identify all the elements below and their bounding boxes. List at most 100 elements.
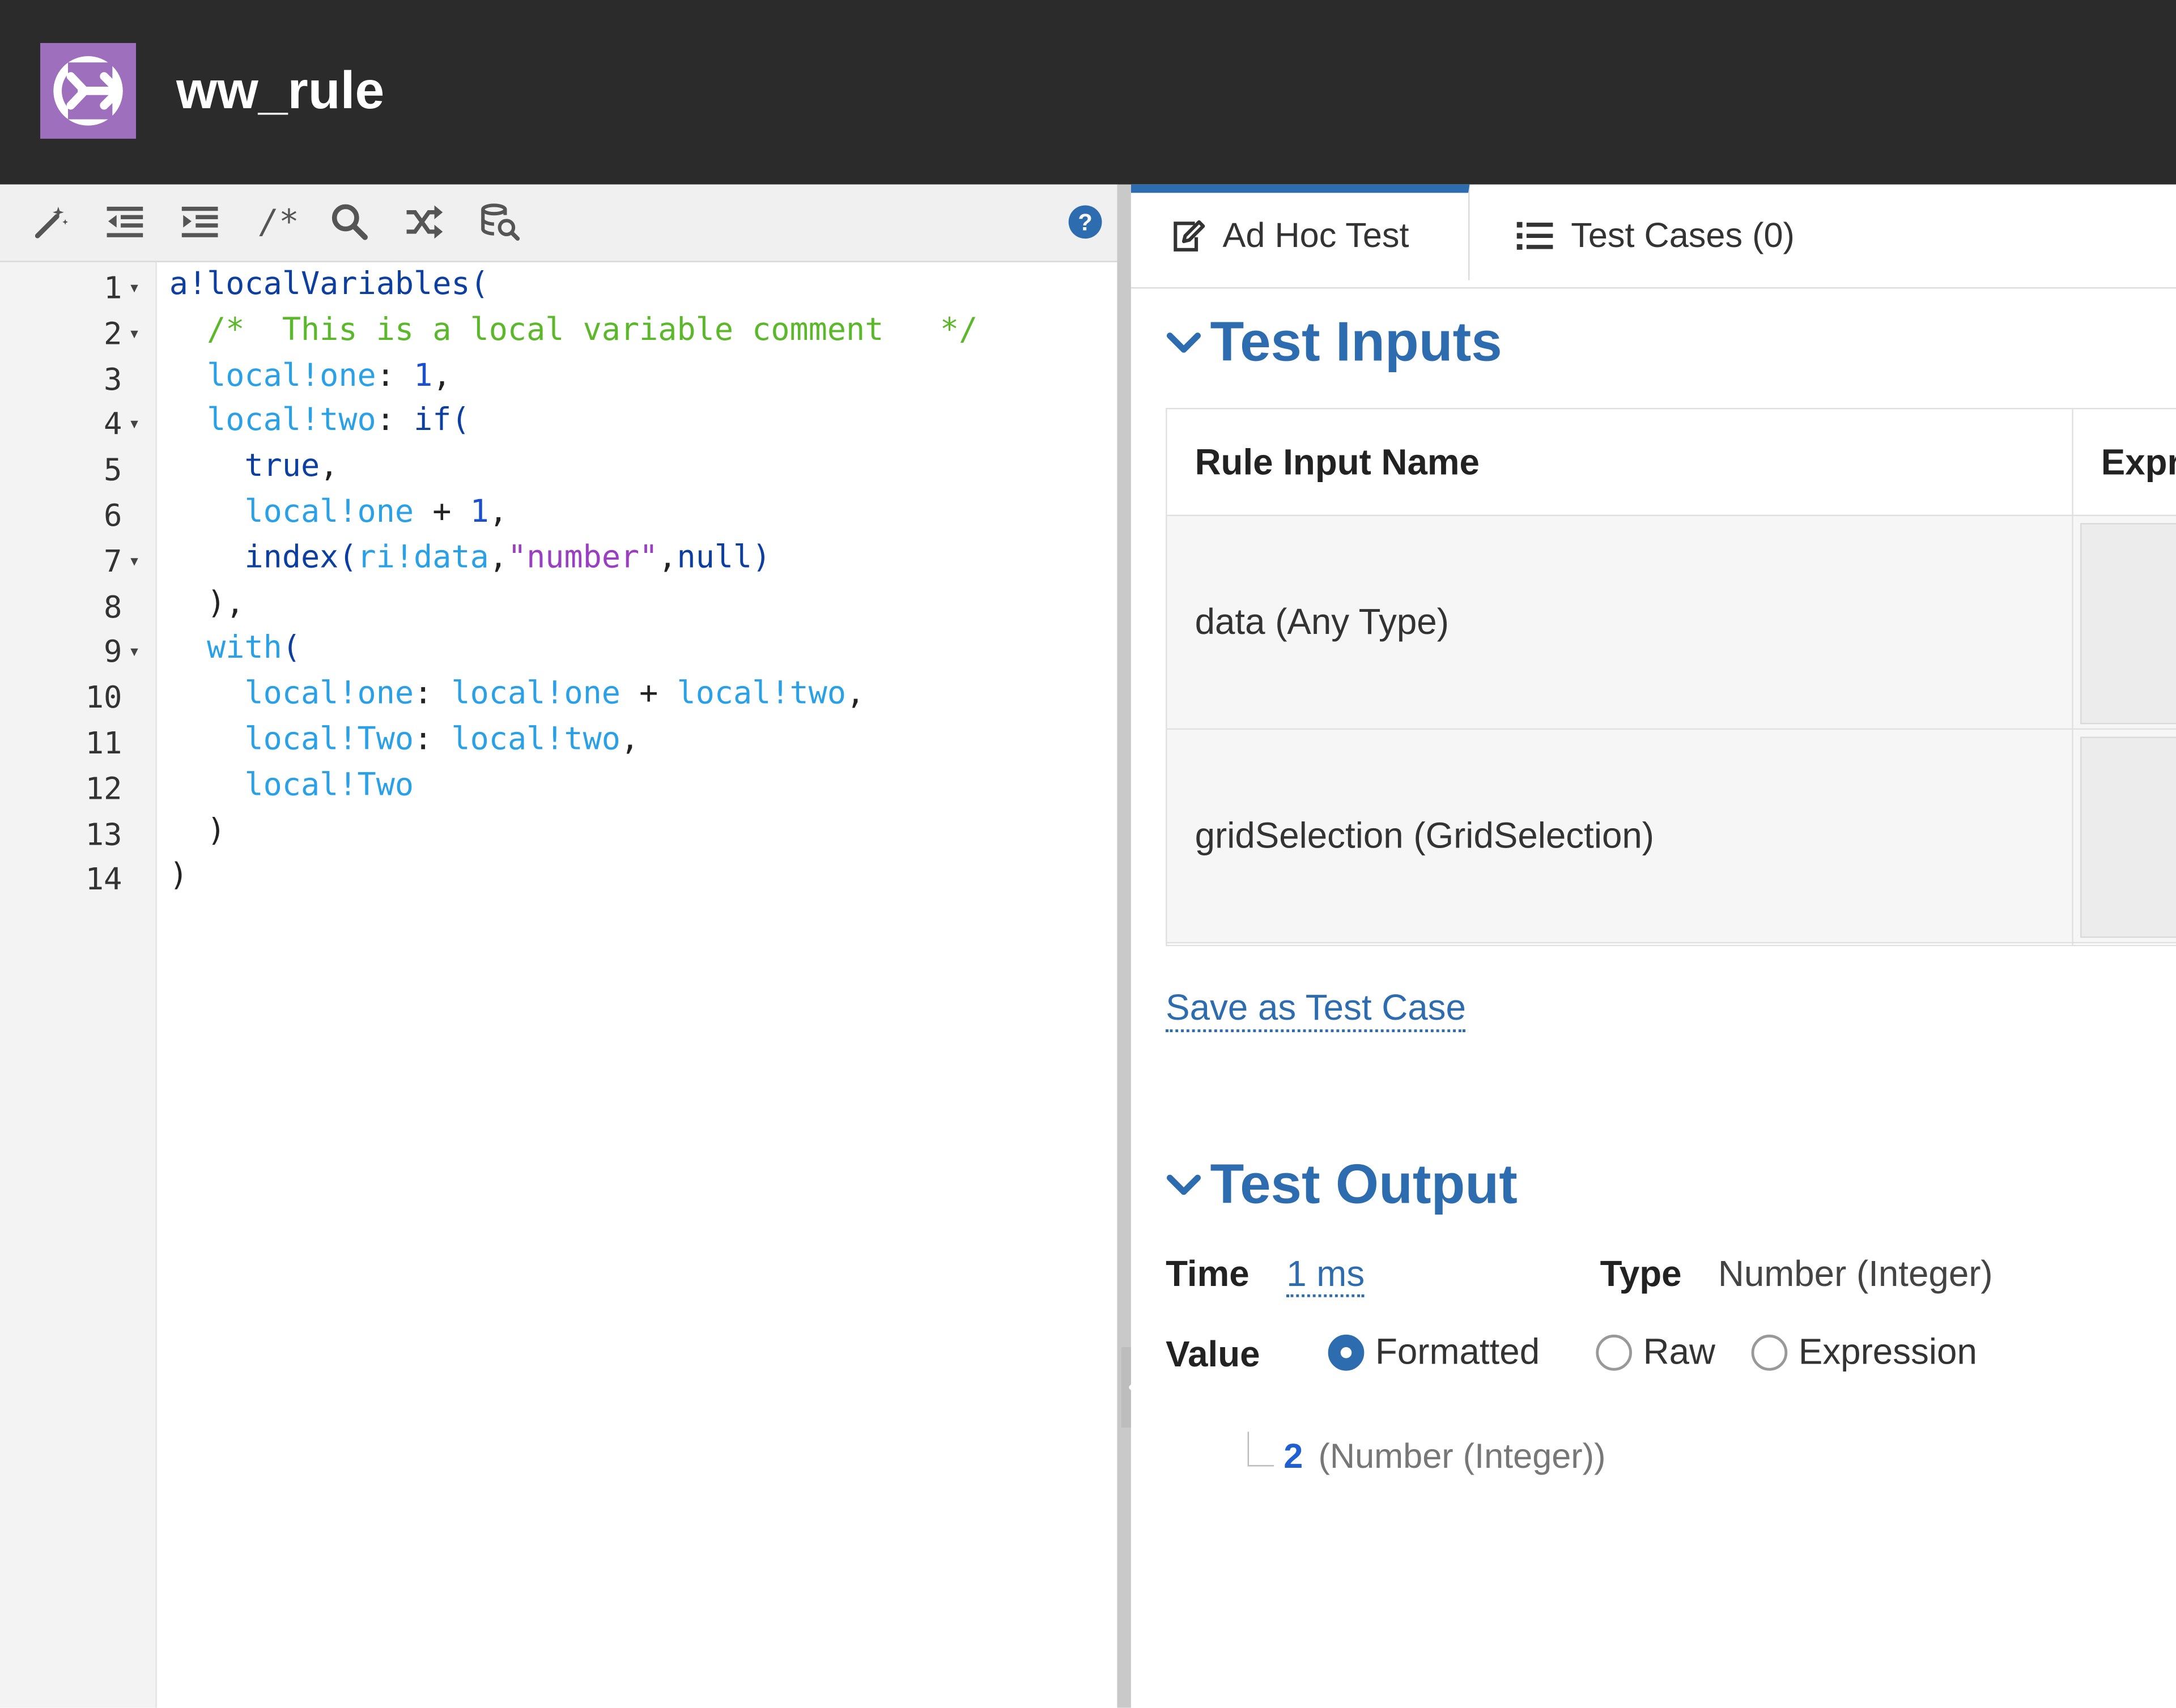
code-token: a!localVariables: [169, 266, 470, 303]
code-line: local!two: if(: [169, 399, 1119, 444]
line-number-gutter: 1 ▾ 2 ▾ 3 4 ▾ 5 6 7 ▾ 8 9 ▾ 10 11 12 13 14: [0, 262, 157, 1708]
fold-toggle-icon[interactable]: ▾: [130, 539, 147, 585]
radio-formatted[interactable]: Formatted: [1328, 1331, 1540, 1374]
code-token: true: [244, 448, 320, 485]
line-number: 12: [85, 772, 122, 807]
code-token: ,: [432, 357, 452, 394]
line-number: 1: [104, 272, 122, 307]
table-row: data (Any Type): [1167, 516, 2176, 730]
radio-unselected-icon: [1751, 1334, 1788, 1370]
code-line: local!one: 1,: [169, 353, 1119, 398]
code-line: ): [169, 854, 1119, 899]
radio-label: Expression: [1798, 1330, 1977, 1373]
database-search-icon: [481, 203, 520, 241]
indent-button[interactable]: [176, 198, 223, 245]
line-number: 6: [104, 499, 122, 534]
code-token: 1: [414, 357, 433, 394]
result-value: 2: [1284, 1437, 1303, 1476]
arrow-right-logo-icon: [53, 56, 123, 126]
code-token: ,: [320, 448, 339, 485]
comment-button[interactable]: /*: [251, 198, 307, 245]
code-token: ,: [488, 493, 508, 530]
type-label: Type: [1600, 1253, 1682, 1294]
shuffle-icon: [406, 205, 443, 239]
code-token: (: [470, 266, 489, 303]
radio-expression[interactable]: Expression: [1751, 1330, 1977, 1374]
test-inputs-table: Rule Input Name Expr data (Any Type) gri…: [1166, 408, 2176, 947]
fold-toggle-icon[interactable]: ▾: [130, 631, 147, 676]
code-area[interactable]: a!localVariables( /* This is a local var…: [169, 262, 1119, 899]
line-number: 5: [104, 454, 122, 489]
tab-test-cases[interactable]: Test Cases (0): [1515, 185, 1795, 287]
time-label: Time: [1166, 1253, 1250, 1294]
code-token: local!one: [244, 493, 414, 530]
app-header: ww_rule: [0, 0, 2176, 185]
outdent-button[interactable]: [101, 198, 148, 245]
help-button[interactable]: ?: [1061, 198, 1108, 245]
expression-input[interactable]: [2080, 736, 2176, 938]
rule-input-name: data (Any Type): [1195, 600, 1449, 642]
editor-toolbar: /* ?: [0, 184, 1119, 262]
code-token: ): [752, 539, 771, 576]
radio-label: Formatted: [1375, 1330, 1540, 1373]
column-header: Expr: [2101, 441, 2176, 483]
fold-toggle-icon[interactable]: ▾: [130, 403, 147, 449]
code-token: ),: [169, 585, 245, 621]
line-number: 3: [104, 363, 122, 398]
code-token: with: [207, 630, 282, 667]
code-token: local!one: [207, 357, 376, 394]
line-number: 8: [104, 590, 122, 625]
code-line: local!one: local!one + local!two,: [169, 672, 1119, 717]
tab-label: Test Cases (0): [1571, 215, 1795, 255]
pane-splitter[interactable]: [1117, 184, 1131, 1708]
search-icon: [332, 204, 368, 240]
line-number: 11: [85, 727, 122, 762]
test-output-header[interactable]: Test Output: [1166, 1149, 1518, 1221]
code-token: ): [169, 858, 188, 895]
format-button[interactable]: [28, 198, 75, 245]
save-as-test-case-link[interactable]: Save as Test Case: [1166, 985, 1466, 1033]
code-token: local!Two: [244, 766, 414, 803]
code-token: (: [338, 539, 358, 576]
data-search-button[interactable]: [476, 198, 523, 245]
code-token: +: [414, 493, 470, 530]
code-token: ,: [620, 721, 640, 758]
fold-toggle-icon[interactable]: ▾: [130, 266, 147, 312]
code-token: local!two: [677, 676, 847, 712]
expression-input[interactable]: [2080, 523, 2176, 725]
code-token: /* This is a local variable comment */: [169, 312, 978, 348]
chevron-down-icon: [1166, 333, 1201, 353]
type-value: Number (Integer): [1718, 1253, 1993, 1294]
time-value[interactable]: 1 ms: [1286, 1253, 1365, 1297]
test-inputs-header[interactable]: Test Inputs: [1166, 306, 1502, 378]
column-divider: [2072, 409, 2073, 945]
result-type: (Number (Integer)): [1318, 1437, 1606, 1476]
table-row: gridSelection (GridSelection): [1167, 730, 2176, 944]
code-token: "number": [507, 539, 658, 576]
code-token: :: [414, 721, 452, 758]
line-number: 14: [85, 863, 122, 898]
list-icon: [1516, 222, 1553, 250]
app-window: ww_rule /* ? 1 ▾ 2 ▾ 3 4 ▾ 5 6 7 ▾ 8 9 ▾…: [0, 0, 2176, 1708]
radio-unselected-icon: [1596, 1334, 1633, 1370]
code-line: ): [169, 808, 1119, 854]
fold-toggle-icon[interactable]: ▾: [130, 312, 147, 358]
code-token: ,: [658, 539, 677, 576]
tab-ad-hoc-test[interactable]: Ad Hoc Test: [1130, 184, 1470, 280]
value-label: Value: [1166, 1333, 1260, 1375]
radio-raw[interactable]: Raw: [1596, 1331, 1715, 1374]
column-header: Rule Input Name: [1195, 441, 1480, 483]
code-token: local!two: [451, 721, 621, 758]
svg-text:?: ?: [1078, 209, 1092, 236]
expression-editor[interactable]: /* ? 1 ▾ 2 ▾ 3 4 ▾ 5 6 7 ▾ 8 9 ▾ 10 11 12 13 14 a!localVar…: [0, 184, 1119, 1708]
shuffle-button[interactable]: [401, 198, 448, 245]
code-token: (: [282, 630, 301, 667]
code-line: local!Two: [169, 763, 1119, 808]
search-button[interactable]: [326, 198, 373, 245]
code-line: ),: [169, 581, 1119, 626]
code-line: a!localVariables(: [169, 262, 1119, 308]
code-token: local!Two: [244, 721, 414, 758]
